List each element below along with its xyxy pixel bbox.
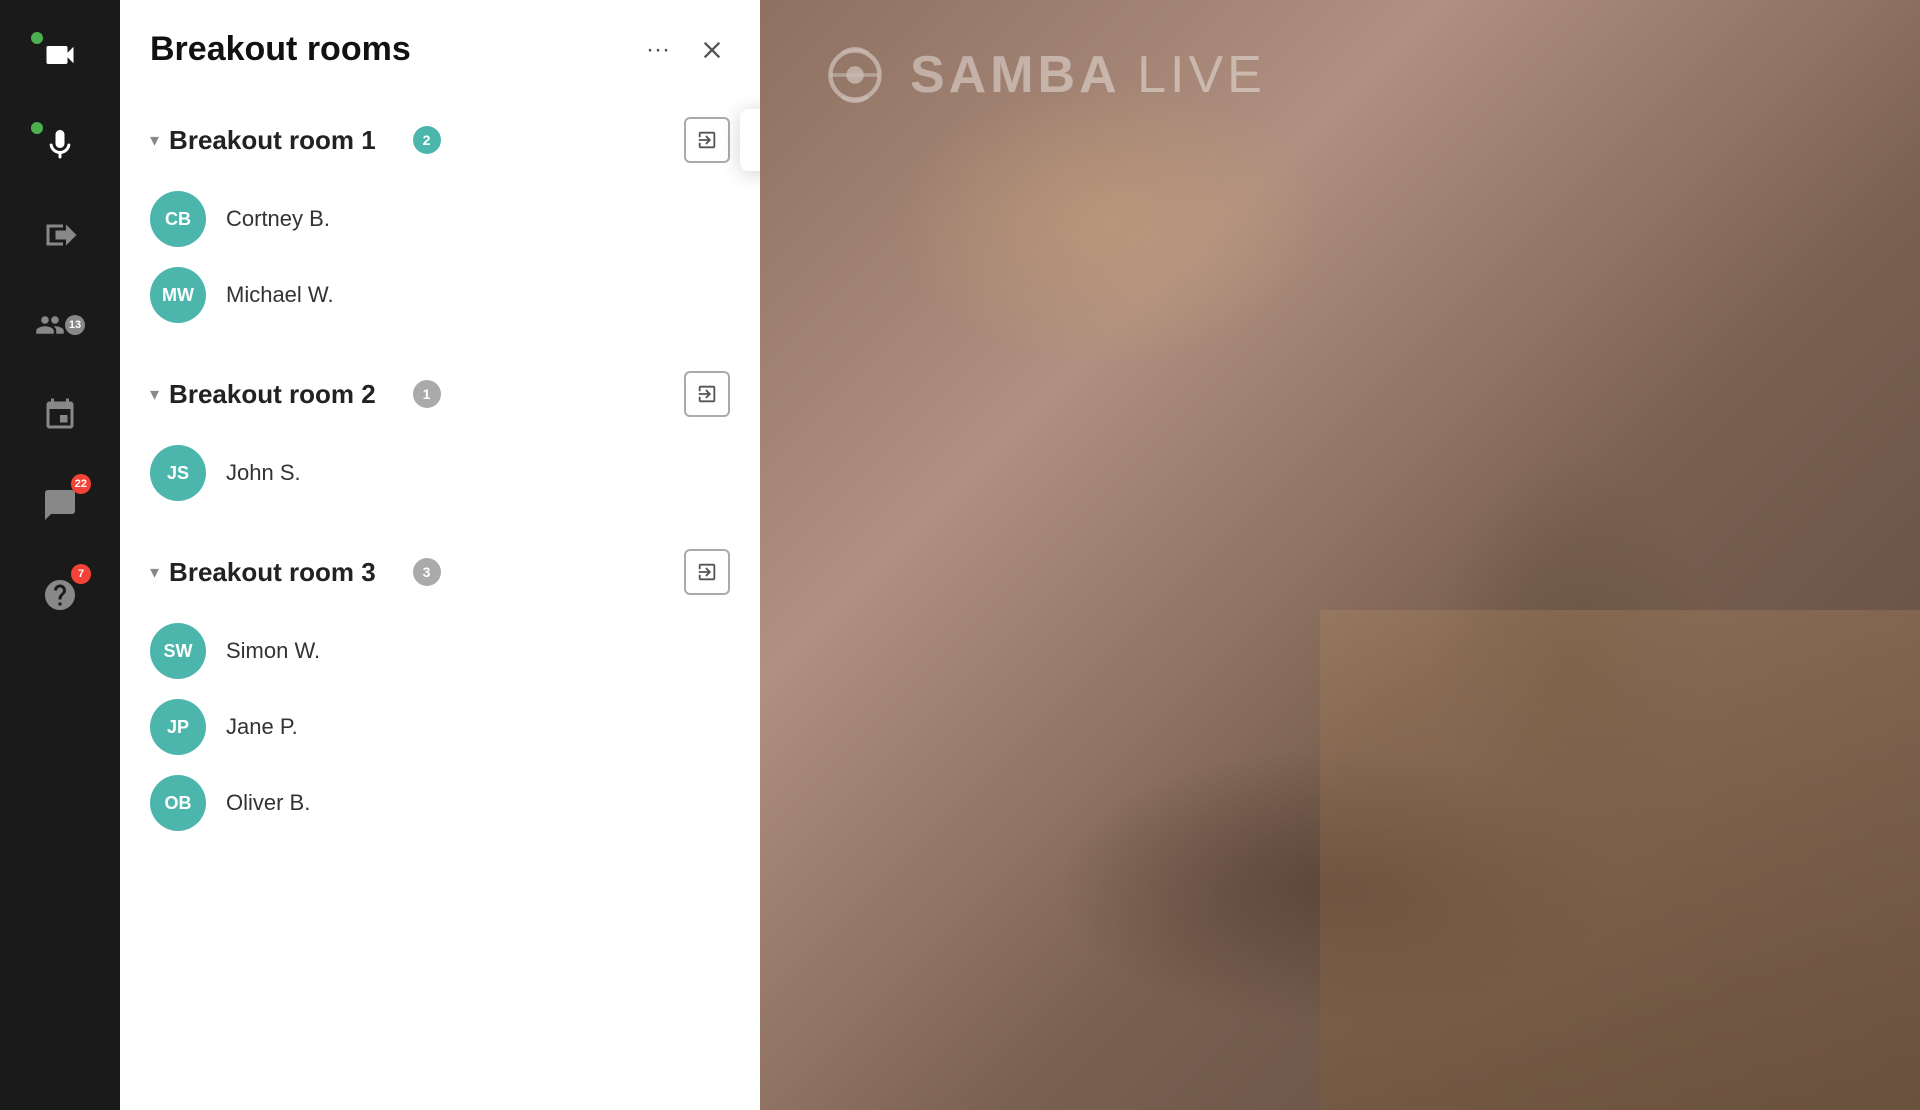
room-1-chevron: ▾ — [150, 130, 159, 151]
member-john-name: John S. — [226, 460, 301, 486]
room-3-name: Breakout room 3 — [169, 557, 402, 588]
more-options-button[interactable]: ··· — [642, 32, 674, 68]
qa-icon[interactable]: 7 — [35, 570, 85, 620]
video-area: SAMBA LIVE — [760, 0, 1920, 1110]
room-3-count: 3 — [413, 558, 441, 586]
member-cortney: CB Cortney B. — [150, 181, 730, 257]
samba-logo-text: SAMBA LIVE — [910, 45, 1266, 105]
camera-icon[interactable] — [35, 30, 85, 80]
room-3-join-button[interactable] — [684, 549, 730, 595]
member-simon-name: Simon W. — [226, 638, 320, 664]
room-1-header[interactable]: ▾ Breakout room 1 2 Join breakout room — [120, 99, 760, 181]
mic-status-dot — [31, 122, 43, 134]
member-jane-name: Jane P. — [226, 714, 298, 740]
camera-status-dot — [31, 32, 43, 44]
join-breakout-tooltip: Join breakout room — [740, 109, 760, 171]
avatar-ob: OB — [150, 775, 206, 831]
panel-header-actions: ··· — [642, 32, 730, 68]
member-jane: JP Jane P. — [150, 689, 730, 765]
avatar-jp: JP — [150, 699, 206, 755]
avatar-sw: SW — [150, 623, 206, 679]
room-1-join-wrapper: Join breakout room — [674, 117, 730, 163]
samba-logo: SAMBA LIVE — [820, 40, 1266, 110]
sidebar: 13 22 7 — [0, 0, 120, 1110]
room-2-chevron: ▾ — [150, 384, 159, 405]
microphone-icon[interactable] — [35, 120, 85, 170]
leave-breakout-icon[interactable] — [35, 210, 85, 260]
room-3-members: SW Simon W. JP Jane P. OB Oliver B. — [120, 613, 760, 851]
avatar-mw: MW — [150, 267, 206, 323]
member-oliver: OB Oliver B. — [150, 765, 730, 841]
participants-icon[interactable]: 13 — [35, 300, 85, 350]
close-panel-button[interactable] — [694, 32, 730, 68]
panel-header: Breakout rooms ··· — [120, 30, 760, 99]
room-2-section: ▾ Breakout room 2 1 JS John S. — [120, 353, 760, 521]
member-simon: SW Simon W. — [150, 613, 730, 689]
room-1-join-button[interactable] — [684, 117, 730, 163]
room-3-header[interactable]: ▾ Breakout room 3 3 — [120, 531, 760, 613]
avatar-cb: CB — [150, 191, 206, 247]
video-background: SAMBA LIVE — [760, 0, 1920, 1110]
avatar-js: JS — [150, 445, 206, 501]
room-2-header[interactable]: ▾ Breakout room 2 1 — [120, 353, 760, 435]
participants-badge: 13 — [65, 315, 85, 335]
panel-title: Breakout rooms — [150, 30, 411, 69]
samba-logo-icon — [820, 40, 890, 110]
room-1-section: ▾ Breakout room 1 2 Join breakout room C… — [120, 99, 760, 343]
chat-badge: 22 — [71, 474, 91, 494]
room-2-count: 1 — [413, 380, 441, 408]
room-2-name: Breakout room 2 — [169, 379, 402, 410]
member-michael: MW Michael W. — [150, 257, 730, 333]
room-1-count: 2 — [413, 126, 441, 154]
room-2-join-button[interactable] — [684, 371, 730, 417]
qa-badge: 7 — [71, 564, 91, 584]
room-2-members: JS John S. — [120, 435, 760, 521]
member-oliver-name: Oliver B. — [226, 790, 310, 816]
split-icon[interactable] — [35, 390, 85, 440]
chat-icon[interactable]: 22 — [35, 480, 85, 530]
room-3-section: ▾ Breakout room 3 3 SW Simon W. JP Jane … — [120, 531, 760, 851]
room-3-chevron: ▾ — [150, 562, 159, 583]
member-john: JS John S. — [150, 435, 730, 511]
member-cortney-name: Cortney B. — [226, 206, 330, 232]
member-michael-name: Michael W. — [226, 282, 334, 308]
breakout-rooms-panel: Breakout rooms ··· ▾ Breakout room 1 2 — [120, 0, 760, 1110]
room-1-members: CB Cortney B. MW Michael W. — [120, 181, 760, 343]
room-1-name: Breakout room 1 — [169, 125, 402, 156]
